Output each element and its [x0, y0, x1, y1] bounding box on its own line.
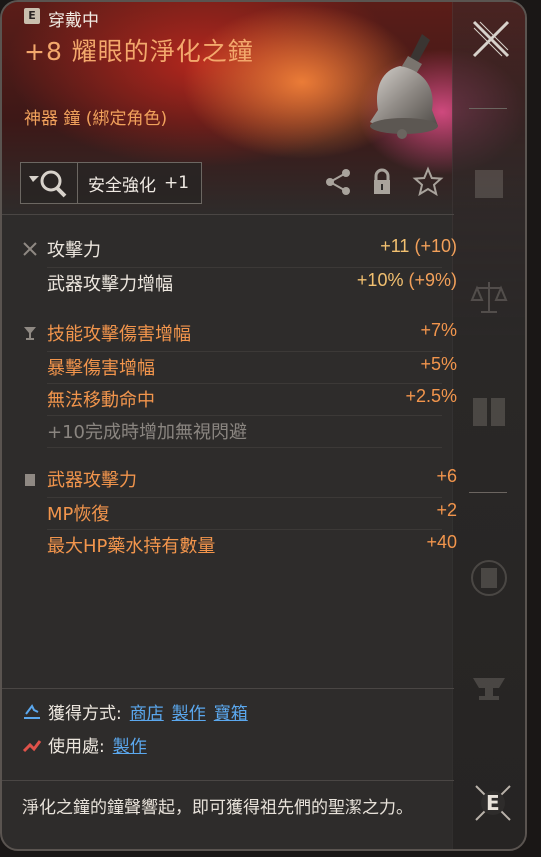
- stat-row: 暴擊傷害增幅 +5%: [2, 352, 457, 382]
- close-icon: [472, 20, 510, 58]
- e-key-button[interactable]: E: [472, 782, 514, 824]
- stat-row: 技能攻擊傷害增幅 +7%: [2, 318, 457, 348]
- use-label: 使用處:: [48, 737, 105, 757]
- share-button[interactable]: [322, 166, 354, 198]
- stat-value: +6: [436, 466, 457, 486]
- stat-value: +2.5%: [405, 386, 457, 406]
- equip-status: 穿戴中: [48, 11, 99, 31]
- obtain-icon: [24, 703, 40, 719]
- obtain-row: 獲得方式: 商店 製作 寶箱: [22, 699, 248, 724]
- item-type: 神器 鐘 (綁定角色): [24, 109, 168, 129]
- stat-row: 武器攻擊力增幅 +10% (+9%): [2, 268, 457, 298]
- lock-icon: [374, 168, 390, 194]
- obtain-link-shop[interactable]: 商店: [130, 699, 164, 724]
- item-name: +8 耀眼的淨化之鐘: [24, 37, 254, 66]
- item-description: 淨化之鐘的鐘聲響起，即可獲得祖先們的聖潔之力。: [22, 798, 413, 818]
- magnifier-icon: [21, 163, 78, 203]
- book-icon[interactable]: [469, 392, 509, 432]
- stat-value: +11 (+10): [380, 236, 457, 256]
- stat-row: MP恢復 +2: [2, 498, 457, 528]
- stat-value: +40: [426, 532, 457, 552]
- share-icon: [326, 169, 350, 195]
- stat-value: +7%: [420, 320, 457, 340]
- stat-row: 武器攻擊力 +6: [2, 464, 457, 494]
- section-divider: [2, 780, 454, 781]
- safe-enhance-value: +1: [164, 173, 190, 193]
- anvil-icon[interactable]: [469, 666, 509, 706]
- stat-label: MP恢復: [47, 504, 110, 525]
- section-divider: [2, 688, 454, 689]
- bell-item-image: [352, 30, 452, 150]
- stat-label: 技能攻擊傷害增幅: [47, 324, 191, 345]
- favorite-button[interactable]: [412, 166, 444, 198]
- use-link-craft[interactable]: 製作: [113, 732, 147, 757]
- item-tooltip-panel: E 穿戴中 +8 耀眼的淨化之鐘 神器 鐘 (綁定角色) 安全強化 +1 攻擊力…: [0, 0, 527, 851]
- stat-label: 無法移動命中: [47, 390, 155, 411]
- stat-value: +10% (+9%): [356, 270, 457, 290]
- equipped-badge: E: [24, 8, 40, 24]
- rail-divider: [469, 492, 507, 493]
- obtain-link-craft[interactable]: 製作: [172, 699, 206, 724]
- stat-label: 武器攻擊力增幅: [47, 274, 173, 295]
- stat-row: +10完成時增加無視閃避: [2, 416, 457, 446]
- close-button[interactable]: [470, 18, 512, 60]
- armor-icon[interactable]: [469, 164, 509, 204]
- stat-label: 攻擊力: [47, 240, 101, 261]
- scales-icon[interactable]: [469, 278, 509, 318]
- side-rail: [452, 2, 525, 849]
- stat-label: 暴擊傷害增幅: [47, 358, 155, 379]
- star-icon: [412, 166, 444, 197]
- safe-enhance-box[interactable]: 安全強化 +1: [20, 162, 202, 204]
- use-row: 使用處: 製作: [22, 732, 147, 757]
- safe-enhance-label: 安全強化: [88, 175, 156, 196]
- bonus-note: +10完成時增加無視閃避: [47, 422, 247, 443]
- use-icon: [22, 739, 42, 752]
- stat-value: +2: [436, 500, 457, 520]
- stat-row: 無法移動命中 +2.5%: [2, 384, 457, 414]
- stat-label: 最大HP藥水持有數量: [47, 536, 216, 557]
- stat-value: +5%: [420, 354, 457, 374]
- obtain-label: 獲得方式:: [48, 704, 122, 724]
- obtain-link-chest[interactable]: 寶箱: [214, 699, 248, 724]
- lock-button[interactable]: [366, 166, 398, 198]
- rail-divider: [469, 108, 507, 109]
- section-divider: [2, 214, 454, 215]
- stat-label: 武器攻擊力: [47, 470, 137, 491]
- scroll-icon[interactable]: [469, 558, 509, 598]
- e-key-label: E: [486, 791, 500, 815]
- row-divider: [47, 447, 442, 448]
- stat-row: 最大HP藥水持有數量 +40: [2, 530, 457, 560]
- stat-row: 攻擊力 +11 (+10): [2, 234, 457, 264]
